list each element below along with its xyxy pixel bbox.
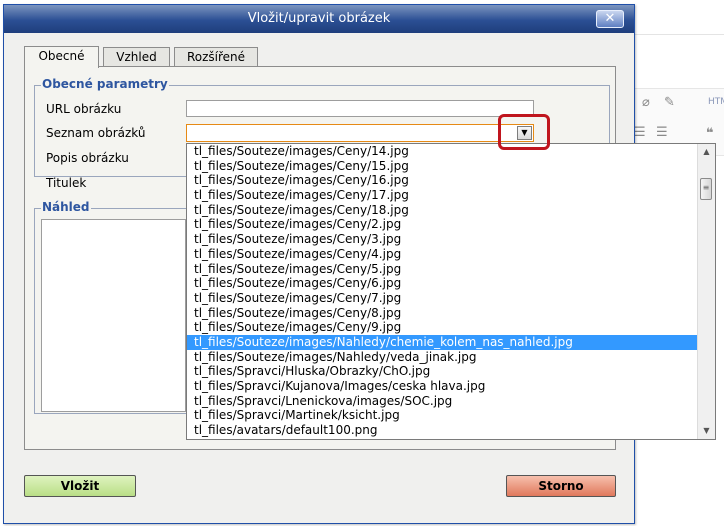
preview-area: [41, 219, 186, 412]
background-divider: [620, 34, 724, 35]
image-list-option[interactable]: tl_files/Souteze/images/Ceny/18.jpg: [187, 203, 715, 218]
dialog-title: Vložit/upravit obrázek: [247, 11, 391, 26]
url-label: URL obrázku: [46, 102, 122, 116]
image-list-select[interactable]: ▼: [186, 124, 534, 142]
image-list-option[interactable]: tl_files/Souteze/images/Nahledy/chemie_k…: [187, 334, 715, 350]
scrollbar[interactable]: ▲ ≡ ▼: [697, 144, 715, 439]
image-list-option[interactable]: tl_files/Souteze/images/Ceny/15.jpg: [187, 159, 715, 174]
image-list-option[interactable]: tl_files/avatars/default100.png: [187, 423, 715, 438]
general-legend: Obecné parametry: [41, 77, 169, 91]
close-button[interactable]: ✕: [596, 10, 624, 28]
image-list-option[interactable]: tl_files/Souteze/images/Nahledy/veda_jin…: [187, 350, 715, 365]
insert-button[interactable]: Vložit: [24, 475, 136, 497]
brush-icon: ✎: [664, 95, 675, 110]
image-list-option[interactable]: tl_files/Souteze/images/Ceny/4.jpg: [187, 247, 715, 262]
image-list-option[interactable]: tl_files/Spravci/Martinek/ksicht.jpg: [187, 408, 715, 423]
eraser-icon: ⌀: [642, 95, 650, 110]
image-list-option[interactable]: tl_files/Souteze/images/Ceny/8.jpg: [187, 306, 715, 321]
image-list-option[interactable]: tl_files/Souteze/images/Ceny/9.jpg: [187, 320, 715, 335]
image-list-option[interactable]: tl_files/Souteze/images/Ceny/3.jpg: [187, 232, 715, 247]
image-options: tl_files/Souteze/images/Ceny/14.jpg tl_fi…: [187, 144, 715, 438]
image-list-option[interactable]: tl_files/Souteze/images/Ceny/16.jpg: [187, 173, 715, 188]
html-source-icon: HTML: [708, 97, 724, 107]
image-list-option[interactable]: tl_files/Souteze/images/Ceny/14.jpg: [187, 144, 715, 159]
list-icon: ☰: [634, 125, 646, 140]
preview-legend: Náhled: [41, 200, 91, 214]
scroll-thumb[interactable]: ≡: [700, 178, 712, 200]
image-list-option[interactable]: tl_files/Spravci/Kujanova/Images/ceska h…: [187, 379, 715, 394]
scroll-down-icon[interactable]: ▼: [698, 423, 715, 439]
dropdown-highlight: [498, 114, 550, 150]
image-list-dropdown[interactable]: tl_files/Souteze/images/Ceny/14.jpg tl_fi…: [186, 143, 716, 440]
quote-icon: ❝: [706, 126, 714, 141]
title-label: Titulek: [46, 176, 87, 190]
image-list-option[interactable]: tl_files/Souteze/images/Ceny/7.jpg: [187, 291, 715, 306]
cancel-button[interactable]: Storno: [506, 475, 616, 497]
close-icon: ✕: [604, 11, 616, 26]
image-list-option[interactable]: tl_files/Spravci/Hluska/Obrazky/ChO.jpg: [187, 364, 715, 379]
image-list-label: Seznam obrázků: [46, 126, 146, 140]
image-list-option[interactable]: tl_files/Souteze/images/Ceny/5.jpg: [187, 262, 715, 277]
image-list-option[interactable]: tl_files/Souteze/images/Ceny/17.jpg: [187, 188, 715, 203]
dialog-titlebar: Vložit/upravit obrázek ✕: [4, 5, 634, 33]
url-input[interactable]: [186, 100, 534, 117]
image-list-option[interactable]: tl_files/Souteze/images/Ceny/6.jpg: [187, 276, 715, 291]
scroll-up-icon[interactable]: ▲: [698, 144, 715, 160]
image-list-option[interactable]: tl_files/Spravci/Lnenickova/images/SOC.j…: [187, 394, 715, 409]
tab-appearance[interactable]: Vzhled: [103, 47, 170, 67]
indent-icon: ☰: [656, 125, 668, 140]
tab-general[interactable]: Obecné: [24, 46, 99, 68]
tab-advanced[interactable]: Rozšířené: [174, 47, 258, 67]
image-list-option[interactable]: tl_files/Souteze/images/Ceny/2.jpg: [187, 217, 715, 232]
description-label: Popis obrázku: [46, 151, 129, 165]
